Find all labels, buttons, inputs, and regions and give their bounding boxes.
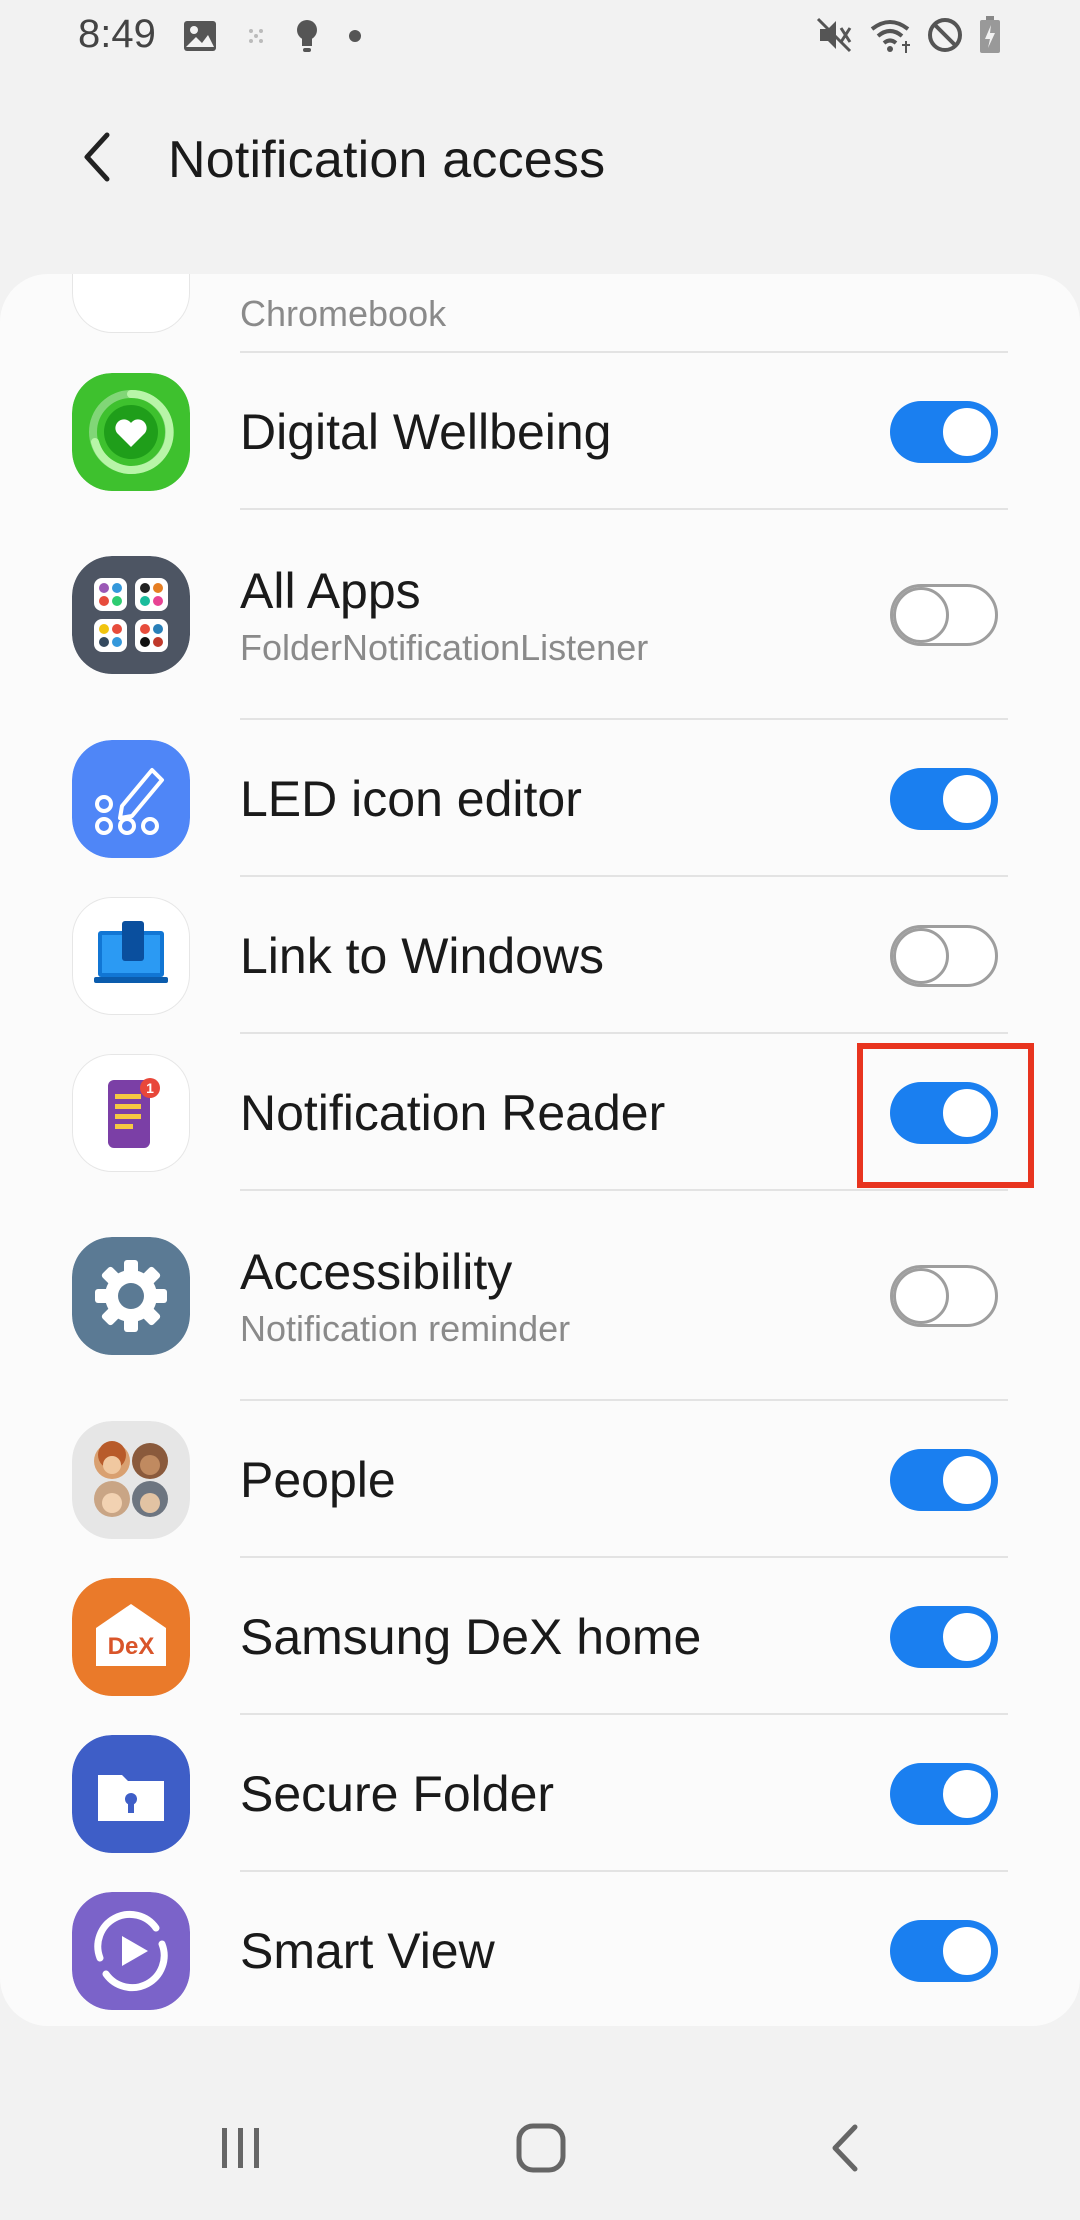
page-title: Notification access [168, 131, 606, 189]
list-item[interactable]: Link to Windows [0, 877, 1080, 1034]
app-name: Link to Windows [240, 927, 605, 984]
list-item[interactable]: DeX Samsung DeX home [0, 1558, 1080, 1715]
dex-label: DeX [108, 1633, 155, 1660]
app-name: All Apps [240, 563, 421, 619]
toggle-link-to-windows[interactable] [890, 924, 998, 987]
toggle-digital-wellbeing[interactable] [890, 400, 998, 463]
dot-icon [348, 29, 362, 48]
chevron-left-icon [84, 132, 110, 182]
list-item[interactable]: Chromebook [0, 274, 1080, 353]
toggle-led-icon-editor[interactable] [890, 767, 998, 830]
samsung-dex-icon: DeX [72, 1577, 190, 1696]
list-item[interactable]: Secure Folder [0, 1715, 1080, 1872]
toggle-people[interactable] [890, 1448, 998, 1511]
list-item[interactable]: Smart View [0, 1872, 1080, 2026]
link-to-windows-icon [72, 896, 190, 1015]
led-icon-editor-icon [72, 739, 190, 858]
status-bar: 8:49 [0, 0, 1080, 72]
dots-icon [246, 26, 266, 51]
toggle-samsung-dex-home[interactable] [890, 1605, 998, 1668]
toggle-all-apps[interactable] [890, 584, 998, 646]
list-item[interactable]: Accessibility Notification reminder [0, 1191, 1080, 1401]
bulb-icon [294, 18, 320, 59]
app-name: LED icon editor [240, 770, 582, 827]
toggle-secure-folder[interactable] [890, 1762, 998, 1825]
svg-text:1: 1 [146, 1080, 154, 1096]
app-name: Accessibility [240, 1244, 513, 1300]
image-icon [182, 19, 218, 58]
list-item[interactable]: People [0, 1401, 1080, 1558]
nav-back-button[interactable] [800, 2118, 890, 2178]
home-button[interactable] [496, 2118, 586, 2178]
navigation-bar [0, 2070, 1080, 2220]
home-icon [516, 2123, 566, 2173]
list-item[interactable]: Digital Wellbeing [0, 353, 1080, 510]
status-time: 8:49 [78, 12, 156, 56]
back-icon [832, 2124, 858, 2172]
digital-wellbeing-icon [72, 372, 190, 491]
app-name: Secure Folder [240, 1765, 555, 1822]
app-name: Samsung DeX home [240, 1608, 702, 1665]
list-item[interactable]: All Apps FolderNotificationListener [0, 510, 1080, 720]
dnd-icon [926, 16, 964, 59]
app-name: Digital Wellbeing [240, 403, 612, 460]
app-subtitle: Chromebook [240, 293, 447, 334]
app-name: Smart View [240, 1922, 495, 1979]
smart-view-icon [72, 1891, 190, 2010]
notification-reader-icon: 1 [72, 1053, 190, 1172]
app-subtitle: FolderNotificationListener [240, 627, 649, 668]
list-item[interactable]: LED icon editor [0, 720, 1080, 877]
accessibility-gear-icon [72, 1237, 190, 1355]
chromebook-app-icon [72, 274, 190, 333]
toggle-smart-view[interactable] [890, 1919, 998, 1982]
secure-folder-icon [72, 1734, 190, 1853]
people-icon [72, 1420, 190, 1539]
highlight-box [857, 1043, 1034, 1188]
all-apps-folder-icon [72, 556, 190, 674]
header: Notification access [0, 100, 1080, 220]
mute-icon [814, 15, 854, 60]
app-name: Notification Reader [240, 1084, 666, 1141]
recents-icon [222, 2128, 259, 2168]
recents-button[interactable] [196, 2118, 286, 2178]
back-button[interactable] [62, 122, 132, 192]
battery-icon [978, 15, 1002, 60]
wifi-icon [868, 15, 912, 60]
toggle-accessibility[interactable] [890, 1265, 998, 1327]
app-name: People [240, 1451, 396, 1508]
app-subtitle: Notification reminder [240, 1308, 571, 1349]
